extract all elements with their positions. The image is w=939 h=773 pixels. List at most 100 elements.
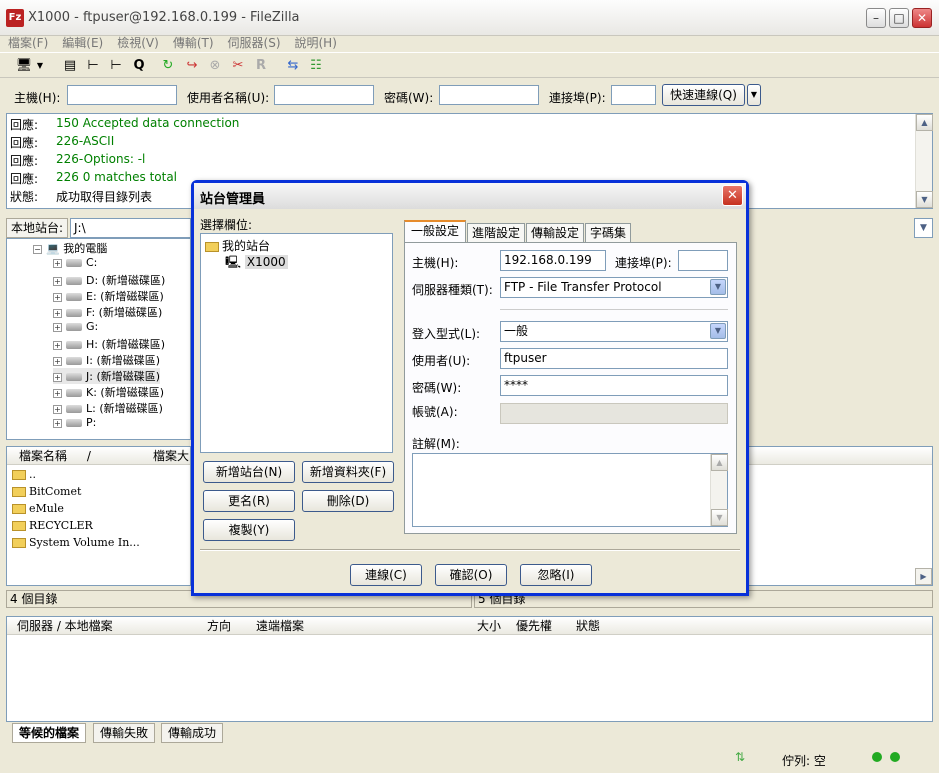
menu-edit[interactable]: 編輯(E) xyxy=(56,32,109,53)
list-item[interactable]: eMule xyxy=(12,502,64,515)
select-entry-label: 選擇欄位: xyxy=(200,218,253,232)
process-queue-icon[interactable]: ↪ xyxy=(182,56,202,76)
toggle-queue-icon[interactable]: Q xyxy=(129,56,149,76)
tab-failed-transfers[interactable]: 傳輸失敗 xyxy=(93,723,156,743)
tree-item[interactable]: + L: (新增磁碟區) xyxy=(53,400,163,416)
queue-column-header[interactable]: 優先權 xyxy=(510,617,568,635)
new-site-button[interactable]: 新增站台(N) xyxy=(203,461,295,483)
tab-queued-files[interactable]: 等候的檔案 xyxy=(12,723,87,743)
general-tab-panel: 主機(H): 192.168.0.199 連接埠(P): 伺服器種類(T): F… xyxy=(404,242,737,534)
maximize-button[interactable]: □ xyxy=(889,8,909,28)
scroll-down-icon[interactable]: ▼ xyxy=(711,509,728,526)
comments-scrollbar[interactable]: ▲ ▼ xyxy=(710,454,728,526)
cancel-icon[interactable]: ⊗ xyxy=(205,56,225,76)
quickconnect-dropdown-icon[interactable]: ▼ xyxy=(747,84,761,106)
dialog-close-button[interactable]: ✕ xyxy=(722,185,743,206)
password-input[interactable] xyxy=(439,85,539,105)
list-item[interactable]: .. xyxy=(12,468,36,481)
tree-item[interactable]: + K: (新增磁碟區) xyxy=(53,384,164,400)
list-item[interactable]: System Volume In... xyxy=(12,536,140,549)
queue-column-header[interactable]: 狀態 xyxy=(568,617,718,635)
user-input[interactable]: ftpuser xyxy=(500,348,728,369)
column-header-name[interactable]: 檔案名稱 / xyxy=(7,447,147,465)
tree-item[interactable]: + P: xyxy=(53,416,96,429)
log-scrollbar[interactable]: ▲ ▼ xyxy=(915,114,933,208)
toolbar: 🖥 ▼ ▤ ⊢ ⊢ Q ↻ ↪ ⊗ ✂ R ⇆ ☷ xyxy=(0,52,939,78)
filezilla-icon: Fz xyxy=(6,9,24,27)
compare-icon[interactable]: ⇆ xyxy=(283,56,303,76)
folder-icon xyxy=(12,470,26,480)
tree-item[interactable]: + F: (新增磁碟區) xyxy=(53,304,162,320)
connect-button[interactable]: 連線(C) xyxy=(350,564,422,586)
account-label: 帳號(A): xyxy=(412,405,458,419)
ok-button[interactable]: 確認(O) xyxy=(435,564,507,586)
password-input[interactable]: **** xyxy=(500,375,728,396)
tree-item[interactable]: + I: (新增磁碟區) xyxy=(53,352,160,368)
tab-charset[interactable]: 字碼集 xyxy=(585,223,631,243)
tree-item[interactable]: + E: (新增磁碟區) xyxy=(53,288,164,304)
toggle-local-tree-icon[interactable]: ⊢ xyxy=(83,56,103,76)
menu-server[interactable]: 伺服器(S) xyxy=(222,32,287,53)
cancel-button[interactable]: 忽略(I) xyxy=(520,564,592,586)
local-path-input[interactable]: J:\ xyxy=(70,218,191,238)
queue-column-header[interactable]: 方向 xyxy=(187,617,242,635)
host-input[interactable] xyxy=(67,85,177,105)
server-type-select[interactable]: FTP - File Transfer Protocol ▼ xyxy=(500,277,728,298)
menu-view[interactable]: 檢視(V) xyxy=(111,32,165,53)
tree-root[interactable]: − 💻 我的電腦 xyxy=(33,240,107,256)
tab-transfer-settings[interactable]: 傳輸設定 xyxy=(526,223,584,243)
list-item[interactable]: BitComet xyxy=(12,485,81,498)
delete-button[interactable]: 刪除(D) xyxy=(302,490,394,512)
toggle-log-icon[interactable]: ▤ xyxy=(60,56,80,76)
menu-transfer[interactable]: 傳輸(T) xyxy=(167,32,220,53)
tree-root[interactable]: 我的站台 xyxy=(205,237,270,254)
list-item[interactable]: RECYCLER xyxy=(12,519,93,532)
filter-icon[interactable]: ☷ xyxy=(306,56,326,76)
tab-advanced[interactable]: 進階設定 xyxy=(467,223,525,243)
username-input[interactable] xyxy=(274,85,374,105)
port-input[interactable] xyxy=(611,85,656,105)
close-button[interactable]: ✕ xyxy=(912,8,932,28)
logon-type-label: 登入型式(L): xyxy=(412,327,481,341)
reconnect-icon[interactable]: R xyxy=(251,56,271,76)
tree-item[interactable]: + C: xyxy=(53,256,97,269)
comments-textarea[interactable]: ▲ ▼ xyxy=(412,453,728,527)
host-input[interactable]: 192.168.0.199 xyxy=(500,250,606,271)
scroll-up-icon[interactable]: ▲ xyxy=(916,114,933,131)
menu-file[interactable]: 檔案(F) xyxy=(2,32,54,53)
dialog-title-bar: 站台管理員 ✕ xyxy=(194,183,746,209)
queue-column-header xyxy=(718,617,932,635)
copy-button[interactable]: 複製(Y) xyxy=(203,519,295,541)
queue-column-header[interactable]: 遠端檔案 xyxy=(242,617,427,635)
disconnect-icon[interactable]: ✂ xyxy=(228,56,248,76)
scroll-up-icon[interactable]: ▲ xyxy=(711,454,728,471)
drive-icon xyxy=(66,341,82,349)
minimize-button[interactable]: – xyxy=(866,8,886,28)
drive-icon xyxy=(66,419,82,427)
queue-column-header[interactable]: 大小 xyxy=(427,617,510,635)
tree-item-selected[interactable]: 🖳 X1000 xyxy=(225,253,288,274)
password-label: 密碼(W): xyxy=(384,91,434,105)
scroll-right-icon[interactable]: ▶ xyxy=(915,568,932,585)
remote-path-dropdown-icon[interactable]: ▼ xyxy=(914,218,933,238)
scroll-down-icon[interactable]: ▼ xyxy=(916,191,933,208)
queue-column-header[interactable]: 伺服器 / 本地檔案 xyxy=(7,617,187,635)
tree-item-selected[interactable]: + J: (新增磁碟區) xyxy=(53,368,161,384)
column-header[interactable] xyxy=(746,447,932,465)
logon-type-select[interactable]: 一般 ▼ xyxy=(500,321,728,342)
site-manager-icon[interactable]: 🖥 xyxy=(14,56,34,76)
tab-successful-transfers[interactable]: 傳輸成功 xyxy=(161,723,224,743)
tree-item[interactable]: + H: (新增磁碟區) xyxy=(53,336,165,352)
refresh-icon[interactable]: ↻ xyxy=(158,56,178,76)
quickconnect-button[interactable]: 快速連線(Q) xyxy=(662,84,745,106)
tree-item[interactable]: + G: xyxy=(53,320,98,333)
tree-item[interactable]: + D: (新增磁碟區) xyxy=(53,272,165,288)
menu-help[interactable]: 說明(H) xyxy=(289,32,343,53)
column-header-size[interactable]: 檔案大 xyxy=(147,447,190,465)
port-input[interactable] xyxy=(678,250,728,271)
chevron-down-icon[interactable]: ▼ xyxy=(34,56,46,76)
toggle-remote-tree-icon[interactable]: ⊢ xyxy=(106,56,126,76)
new-folder-button[interactable]: 新增資料夾(F) xyxy=(302,461,394,483)
tab-general[interactable]: 一般設定 xyxy=(404,220,466,242)
rename-button[interactable]: 更名(R) xyxy=(203,490,295,512)
